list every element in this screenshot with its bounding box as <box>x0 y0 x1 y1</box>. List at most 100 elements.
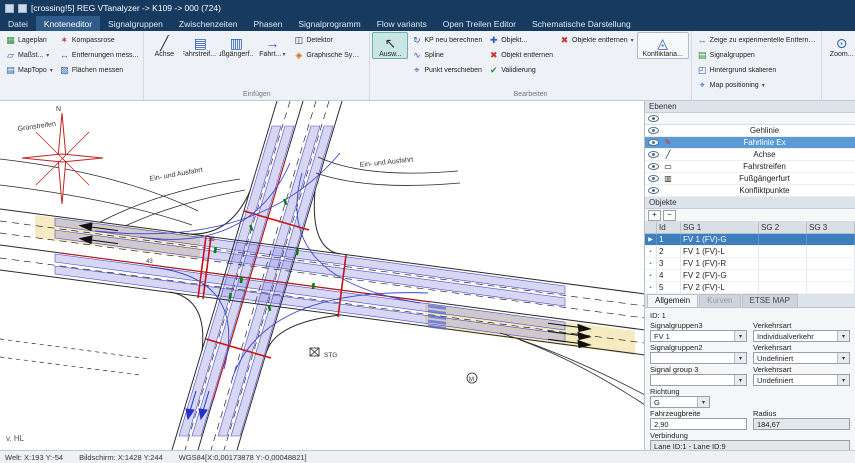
add-object-button[interactable]: + <box>648 209 661 221</box>
layer-row-fahrlinie-ex[interactable]: ✎ Fahrlinie Ex <box>645 137 855 149</box>
object-sg2 <box>759 234 807 245</box>
lageplan-button[interactable]: ▦ Lageplan <box>2 33 56 48</box>
signalgruppen-button[interactable]: ▤ Signalgruppen <box>694 48 819 63</box>
eye-icon[interactable] <box>648 127 659 134</box>
eye-icon[interactable] <box>648 163 659 170</box>
signalgruppe1-select[interactable]: FV 1 <box>650 330 747 342</box>
object-sg3 <box>807 282 855 293</box>
konfliktanalyse-button[interactable]: ◬ Konfliktana... <box>636 32 689 59</box>
fahrzeugbreite-input[interactable]: 2,90 <box>650 418 747 430</box>
verkehrsart2-select[interactable]: Undefiniert <box>753 352 850 364</box>
tab-flow-variants[interactable]: Flow variants <box>369 16 435 31</box>
objekt-hinzufuegen-button[interactable]: ✚ Objekt... <box>485 33 556 48</box>
achse-button[interactable]: ╱ Achse <box>146 32 182 59</box>
verkehrsart1-label: Verkehrsart <box>753 321 792 330</box>
row-marker-icon: ▶ <box>645 234 657 245</box>
ribbon-group-bearbeiten: ↖ Ausw... ↻ KP neu berechnen ∿ Spline ⌖ Punk… <box>370 31 692 100</box>
tab-signalprogramm[interactable]: Signalprogramm <box>290 16 368 31</box>
signalgruppe3-select[interactable] <box>650 374 747 386</box>
eye-icon[interactable] <box>648 115 659 122</box>
ribbon-group-extras: ↔ Zeige zu experimentelle Entfernung... ▤… <box>692 31 822 100</box>
layer-label: Konfliktpunkte <box>739 186 790 195</box>
row-marker-icon: ▪ <box>645 246 657 257</box>
layer-row-achse[interactable]: ╱ Achse <box>645 149 855 161</box>
ribbon: ▦Lageplan ▱Maßst... ▤MapTopo ✶Kompassros… <box>0 31 855 101</box>
layer-label: Gehlinie <box>749 126 780 135</box>
eye-icon[interactable] <box>648 151 659 158</box>
maptopo-button[interactable]: ▤ MapTopo <box>2 63 56 78</box>
punkt-verschieben-button[interactable]: ⌖ Punkt verschieben <box>408 63 485 78</box>
tab-signalgruppen[interactable]: Signalgruppen <box>100 16 171 31</box>
layer-row-konfliktpunkte[interactable]: Konfliktpunkte <box>645 185 855 197</box>
layer-type-icon: ▥ <box>664 174 672 183</box>
layer-row-gehlinie[interactable]: Gehlinie <box>645 125 855 137</box>
kompassrose-button[interactable]: ✶ Kompassrose <box>56 33 142 48</box>
objekte-entfernen-button[interactable]: ✖ Objekte entfernen <box>556 33 637 48</box>
spline-button[interactable]: ∿ Spline <box>408 48 485 63</box>
object-row[interactable]: ▪ 3 FV 1 (FV)-R <box>645 258 855 270</box>
radius-text: 184,67 <box>757 419 780 429</box>
lageplan-icon: ▦ <box>6 35 15 45</box>
tab-zwischenzeiten[interactable]: Zwischenzeiten <box>171 16 246 31</box>
verkehrsart1-select[interactable]: Individualverkehr <box>753 330 850 342</box>
objekt-entfernen-label: Objekt entfernen <box>501 52 553 59</box>
flaechen-messen-button[interactable]: ▧ Flächen messen <box>56 63 142 78</box>
object-sg1: FV 1 (FV)-G <box>681 234 759 245</box>
object-row[interactable]: ▪ 4 FV 2 (FV)-G <box>645 270 855 282</box>
object-row[interactable]: ▪ 5 FV 2 (FV)-L <box>645 282 855 294</box>
zeige-entfernung-button[interactable]: ↔ Zeige zu experimentelle Entfernung... <box>694 33 819 48</box>
achse-icon: ╱ <box>160 35 169 51</box>
tab-kurven[interactable]: Kurven <box>699 294 741 307</box>
tab-etse-map[interactable]: ETSE MAP <box>741 294 798 307</box>
tab-knoteneditor[interactable]: Knoteneditor <box>35 16 101 31</box>
object-row[interactable]: ▶ 1 FV 1 (FV)-G <box>645 234 855 246</box>
graphische-symbole-button[interactable]: ◈ Graphische Symb... <box>290 48 367 63</box>
object-id: 3 <box>657 258 681 269</box>
tab-open-treilen-editor[interactable]: Open Treilen Editor <box>435 16 524 31</box>
pen-icon: ✎ <box>664 138 672 147</box>
signalgruppe2-select[interactable] <box>650 352 747 364</box>
zoom-icon: ⊙ <box>835 35 848 51</box>
entfernungen-messen-button[interactable]: ↔ Entfernungen mess... <box>56 48 142 63</box>
object-row[interactable]: ▪ 2 FV 1 (FV)-L <box>645 246 855 258</box>
quick-access-icon[interactable] <box>18 3 27 13</box>
massstab-button[interactable]: ▱ Maßst... <box>2 48 56 63</box>
auswahl-button[interactable]: ↖ Ausw... <box>372 32 409 59</box>
massstab-icon: ▱ <box>7 50 14 60</box>
intersection-drawing[interactable]: N Grünstreifen Ein- und Ausfahrt Ein- un… <box>0 101 644 450</box>
eye-icon[interactable] <box>648 187 659 194</box>
drawing-canvas[interactable]: N Grünstreifen Ein- und Ausfahrt Ein- un… <box>0 101 644 450</box>
fahrstreifen-button[interactable]: ▤ Fahrstreif... <box>182 32 218 59</box>
eye-icon[interactable] <box>648 175 659 182</box>
tab-allgemein[interactable]: Allgemein <box>647 294 699 307</box>
id-column-header: Id <box>657 222 681 233</box>
fussgaengerfurt-button[interactable]: ▥Fußgängerf... <box>218 32 254 59</box>
konfliktana-label: Konfliktana... <box>642 51 683 58</box>
eye-icon[interactable] <box>648 139 659 146</box>
layer-row-fussgaengerfurt[interactable]: ▥ Fußgängerfurt <box>645 173 855 185</box>
signalgruppe1-value: FV 1 <box>654 331 670 341</box>
validierung-button[interactable]: ✔ Validierung <box>485 63 556 78</box>
title-bar: [crossing!5] REG VTanalyzer -> K109 -> 0… <box>0 0 855 16</box>
tab-datei[interactable]: Datei <box>0 16 36 31</box>
detektor-button[interactable]: ◫ Detektor <box>290 33 367 48</box>
tab-phasen[interactable]: Phasen <box>245 16 290 31</box>
object-sg2 <box>759 246 807 257</box>
fahrt-button[interactable]: → Fahrt... <box>254 32 290 59</box>
object-sg2 <box>759 282 807 293</box>
remove-object-button[interactable]: − <box>663 209 676 221</box>
objekt-entfernen-button[interactable]: ✖ Objekt entfernen <box>485 48 556 63</box>
hintergrund-skalieren-button[interactable]: ◰ Hintergrund skalieren <box>694 63 819 78</box>
map-positioning-button[interactable]: ⌖ Map positioning <box>694 78 819 93</box>
app-icon <box>5 3 14 13</box>
add-object-icon: ✚ <box>489 35 498 45</box>
verkehrsart3-select[interactable]: Undefiniert <box>753 374 850 386</box>
richtung-select[interactable]: G <box>650 396 710 408</box>
layer-row-fahrstreifen[interactable]: ▭ Fahrstreifen <box>645 161 855 173</box>
kp-neu-berechnen-button[interactable]: ↻ KP neu berechnen <box>408 33 485 48</box>
tab-schematische-darstellung[interactable]: Schematische Darstellung <box>524 16 639 31</box>
object-id: 5 <box>657 282 681 293</box>
richtung-label: Richtung <box>650 387 680 396</box>
zoom-button[interactable]: ⊙ Zoom... <box>824 32 855 59</box>
verkehrsart1-value: Individualverkehr <box>757 331 814 341</box>
